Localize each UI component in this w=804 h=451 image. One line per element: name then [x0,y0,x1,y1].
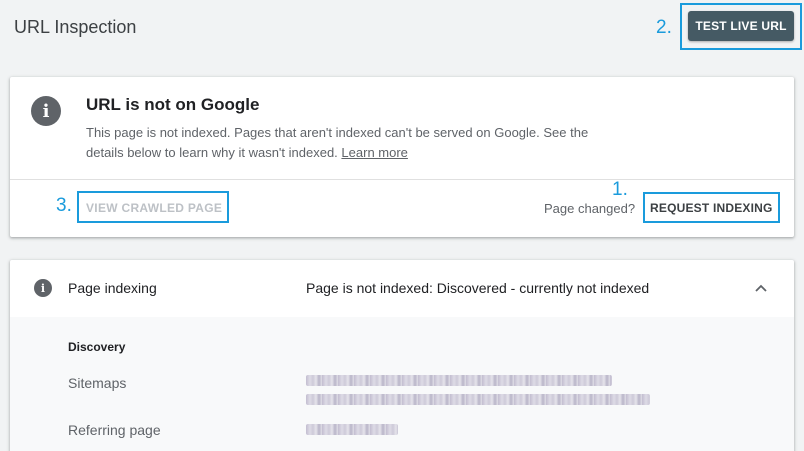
page-indexing-status: Page is not indexed: Discovered - curren… [306,280,650,296]
referring-page-value-redacted [306,424,398,435]
page-indexing-header[interactable]: i Page indexing Page is not indexed: Dis… [10,260,794,317]
url-inspection-page: URL Inspection 2. TEST LIVE URL i URL is… [0,0,804,451]
page-title: URL Inspection [14,17,137,37]
view-crawled-page-button[interactable]: VIEW CRAWLED PAGE [86,201,222,215]
status-title: URL is not on Google [86,95,260,114]
page-indexing-label: Page indexing [68,280,157,296]
discovery-heading: Discovery [68,340,126,354]
page-changed-label: Page changed? [544,201,636,216]
learn-more-link[interactable]: Learn more [341,145,407,160]
status-card: i URL is not on Google This page is not … [10,77,794,237]
status-description-text: This page is not indexed. Pages that are… [86,125,589,160]
request-indexing-button[interactable]: REQUEST INDEXING [650,201,773,215]
annotation-two: 2. [656,17,672,38]
page-indexing-card: i Page indexing Page is not indexed: Dis… [10,260,794,451]
annotation-one: 1. [612,179,628,200]
status-description: This page is not indexed. Pages that are… [86,123,616,163]
page-indexing-details: Discovery Sitemaps Referring page [10,317,794,451]
referring-page-label: Referring page [68,422,161,438]
info-icon: i [31,96,61,126]
info-icon: i [34,279,52,297]
annotation-three: 3. [56,195,72,216]
sitemaps-label: Sitemaps [68,375,127,391]
chevron-up-icon[interactable] [754,281,768,295]
test-live-url-button[interactable]: TEST LIVE URL [688,11,794,41]
divider [10,179,794,180]
sitemaps-value-redacted [306,394,650,405]
sitemaps-value-redacted [306,375,612,386]
